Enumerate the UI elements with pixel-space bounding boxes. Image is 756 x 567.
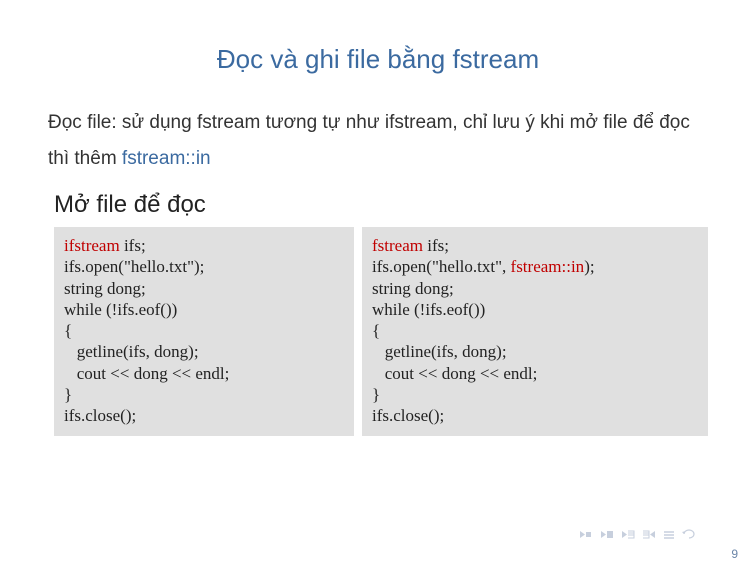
code-text: { bbox=[372, 321, 380, 340]
code-text: ifs.close(); bbox=[372, 406, 444, 425]
code-text: getline(ifs, dong); bbox=[372, 342, 507, 361]
body-paragraph: Đọc file: sử dụng fstream tương tự như i… bbox=[48, 105, 708, 177]
keyword-ifstream: ifstream bbox=[64, 236, 120, 255]
page-number: 9 bbox=[731, 547, 738, 561]
slide-content: Đọc và ghi file bằng fstream Đọc file: s… bbox=[0, 0, 756, 436]
nav-back-icon[interactable] bbox=[621, 530, 635, 539]
code-text: while (!ifs.eof()) bbox=[64, 300, 177, 319]
body-highlight: fstream::in bbox=[122, 148, 211, 169]
code-text: cout << dong << endl; bbox=[372, 364, 537, 383]
keyword-fstream-in: fstream::in bbox=[511, 257, 585, 276]
nav-first-icon[interactable] bbox=[579, 530, 593, 539]
beamer-nav-bar bbox=[579, 529, 696, 539]
code-text: while (!ifs.eof()) bbox=[372, 300, 485, 319]
code-text: } bbox=[372, 385, 380, 404]
nav-undo-icon[interactable] bbox=[682, 529, 696, 539]
nav-forward-icon[interactable] bbox=[642, 530, 656, 539]
nav-menu-icon[interactable] bbox=[663, 530, 675, 539]
code-text: ifs.open("hello.txt", bbox=[372, 257, 511, 276]
code-text: getline(ifs, dong); bbox=[64, 342, 199, 361]
code-text: string dong; bbox=[372, 279, 454, 298]
code-text: { bbox=[64, 321, 72, 340]
slide-title: Đọc và ghi file bằng fstream bbox=[48, 44, 708, 75]
code-text: } bbox=[64, 385, 72, 404]
code-text: ifs.open("hello.txt"); bbox=[64, 257, 204, 276]
code-block-left: ifstream ifs; ifs.open("hello.txt"); str… bbox=[54, 227, 354, 436]
code-text: cout << dong << endl; bbox=[64, 364, 229, 383]
code-text: ifs.close(); bbox=[64, 406, 136, 425]
keyword-fstream: fstream bbox=[372, 236, 423, 255]
nav-prev-icon[interactable] bbox=[600, 530, 614, 539]
code-block-right: fstream ifs; ifs.open("hello.txt", fstre… bbox=[362, 227, 708, 436]
code-columns: ifstream ifs; ifs.open("hello.txt"); str… bbox=[48, 227, 708, 436]
code-text: string dong; bbox=[64, 279, 146, 298]
code-text: ifs; bbox=[120, 236, 146, 255]
code-text: ); bbox=[584, 257, 594, 276]
code-text: ifs; bbox=[423, 236, 449, 255]
section-subtitle: Mở file để đọc bbox=[48, 191, 708, 219]
